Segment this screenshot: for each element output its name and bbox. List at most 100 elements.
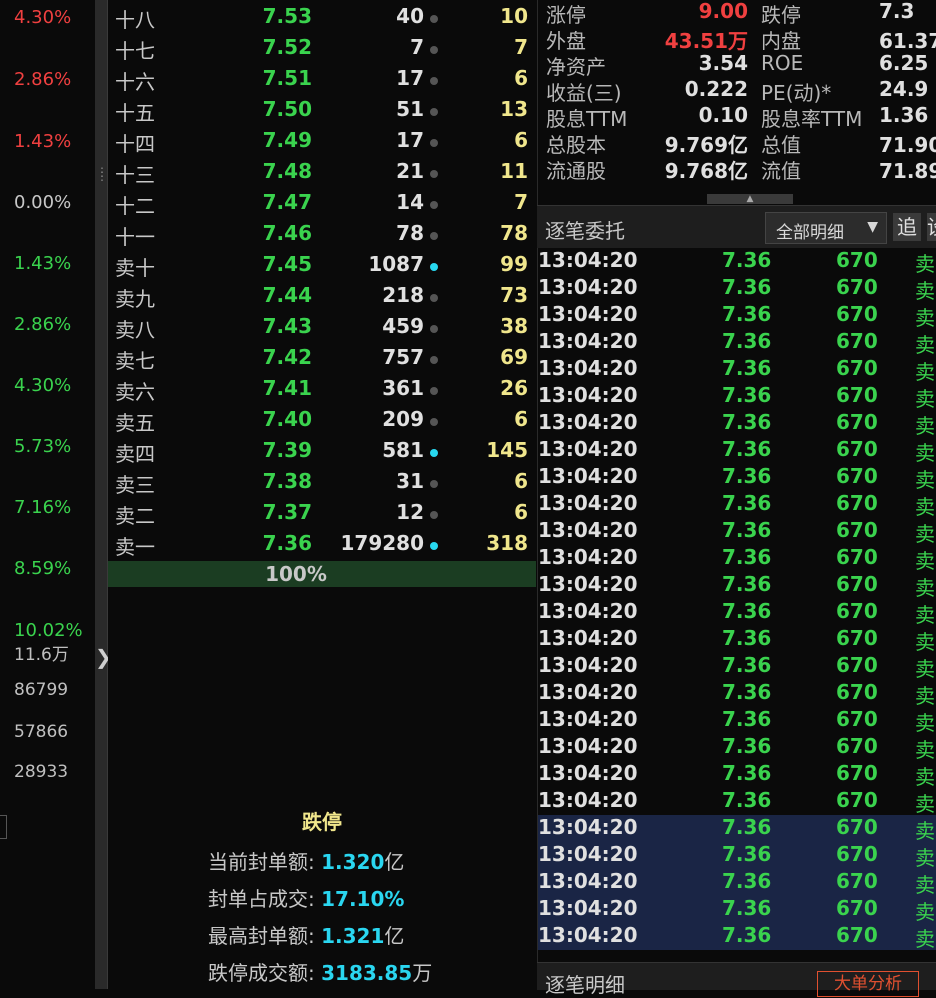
level-count: 6 [514, 407, 528, 431]
level-count: 6 [514, 469, 528, 493]
order-book-row[interactable]: 卖十 7.45 1087 99 [108, 252, 536, 283]
level-price: 7.52 [262, 35, 312, 59]
order-book-row[interactable]: 卖八 7.43 459 38 [108, 314, 536, 345]
entrust-row[interactable]: 13:04:20 7.36 670 卖 [538, 734, 936, 762]
entrust-volume: 670 [836, 248, 878, 272]
order-book-row[interactable]: 卖三 7.38 31 6 [108, 469, 536, 500]
entrust-row[interactable]: 13:04:20 7.36 670 卖 [538, 815, 936, 843]
entrust-row[interactable]: 13:04:20 7.36 670 卖 [538, 761, 936, 789]
entrust-row[interactable]: 13:04:20 7.36 670 卖 [538, 788, 936, 816]
entrust-row[interactable]: 13:04:20 7.36 670 卖 [538, 302, 936, 330]
level-quantity: 14 [396, 190, 424, 214]
order-book-row[interactable]: 十五 7.50 51 13 [108, 97, 536, 128]
level-count: 318 [486, 531, 528, 555]
entrust-row[interactable]: 13:04:20 7.36 670 卖 [538, 437, 936, 465]
order-book-row[interactable]: 卖四 7.39 581 145 [108, 438, 536, 469]
entrust-row[interactable]: 13:04:20 7.36 670 卖 [538, 869, 936, 897]
limit-stat-unit: 万 [412, 961, 433, 985]
entrust-price: 7.36 [722, 248, 772, 272]
level-dot-icon [430, 511, 438, 519]
entrust-time: 13:04:20 [538, 815, 638, 839]
order-book-row[interactable]: 卖一 7.36 179280 318 [108, 531, 536, 562]
order-book-row[interactable]: 卖九 7.44 218 73 [108, 283, 536, 314]
quote-row: 净资产 3.54 ROE 6.25 [546, 51, 936, 79]
limit-stat-value: 3183.85 [321, 961, 413, 985]
entrust-time: 13:04:20 [538, 734, 638, 758]
entrust-volume: 670 [836, 869, 878, 893]
level-price: 7.44 [262, 283, 312, 307]
chase-button[interactable]: 追 [893, 213, 921, 241]
quote-value: 71.90亿 [879, 133, 936, 157]
level-dot-icon [430, 15, 438, 23]
axis-percent-label: 4.30% [14, 375, 72, 396]
order-book-row[interactable]: 十六 7.51 17 6 [108, 66, 536, 97]
entrust-row[interactable]: 13:04:20 7.36 670 卖 [538, 599, 936, 627]
level-quantity: 17 [396, 128, 424, 152]
entrust-row[interactable]: 13:04:20 7.36 670 卖 [538, 545, 936, 573]
level-label: 卖七 [115, 349, 155, 373]
limit-stat-row: 最高封单额: 1.321亿 [208, 920, 404, 949]
panel-splitter[interactable]: ⋮ ⋮ ❯ [95, 0, 112, 989]
entrust-time: 13:04:20 [538, 707, 638, 731]
entrust-side: 卖 [915, 792, 935, 816]
entrust-row[interactable]: 13:04:20 7.36 670 卖 [538, 383, 936, 411]
order-book-row[interactable]: 卖五 7.40 209 6 [108, 407, 536, 438]
settings-button[interactable]: 设 [927, 213, 936, 241]
entrust-filter-select[interactable]: 全部明细 ▼ [765, 212, 887, 244]
entrust-side: 卖 [915, 414, 935, 438]
entrust-row[interactable]: 13:04:20 7.36 670 卖 [538, 923, 936, 951]
entrust-row[interactable]: 13:04:20 7.36 670 卖 [538, 275, 936, 303]
entrust-row[interactable]: 13:04:20 7.36 670 卖 [538, 842, 936, 870]
entrust-price: 7.36 [722, 761, 772, 785]
entrust-volume: 670 [836, 923, 878, 947]
order-book-row[interactable]: 卖七 7.42 757 69 [108, 345, 536, 376]
entrust-price: 7.36 [722, 356, 772, 380]
entrust-volume: 670 [836, 464, 878, 488]
entrust-time: 13:04:20 [538, 761, 638, 785]
level-price: 7.47 [262, 190, 312, 214]
quote-value: 71.89亿 [879, 159, 936, 183]
entrust-side: 卖 [915, 900, 935, 924]
level-price: 7.43 [262, 314, 312, 338]
order-book-row[interactable]: 卖二 7.37 12 6 [108, 500, 536, 531]
entrust-side: 卖 [915, 522, 935, 546]
order-book-row[interactable]: 十八 7.53 40 10 [108, 4, 536, 35]
entrust-row[interactable]: 13:04:20 7.36 670 卖 [538, 464, 936, 492]
axis-marker [0, 815, 7, 839]
order-book-row[interactable]: 十二 7.47 14 7 [108, 190, 536, 221]
entrust-row[interactable]: 13:04:20 7.36 670 卖 [538, 491, 936, 519]
level-quantity: 7 [410, 35, 424, 59]
order-book-row[interactable]: 十三 7.48 21 11 [108, 159, 536, 190]
quote-value: 0.222 [684, 77, 748, 101]
collapse-handle-icon[interactable]: ▲ [707, 194, 793, 204]
axis-percent-label: 2.86% [14, 314, 72, 335]
entrust-row[interactable]: 13:04:20 7.36 670 卖 [538, 572, 936, 600]
entrust-row[interactable]: 13:04:20 7.36 670 卖 [538, 329, 936, 357]
order-book-row[interactable]: 十四 7.49 17 6 [108, 128, 536, 159]
order-book-row[interactable]: 十一 7.46 78 78 [108, 221, 536, 252]
level-count: 73 [500, 283, 528, 307]
level-dot-icon [430, 294, 438, 302]
entrust-header: 逐笔委托 全部明细 ▼ 追 设 [537, 205, 936, 248]
order-book-row[interactable]: 十七 7.52 7 7 [108, 35, 536, 66]
entrust-volume: 670 [836, 302, 878, 326]
entrust-row[interactable]: 13:04:20 7.36 670 卖 [538, 680, 936, 708]
drag-grip-icon[interactable]: ⋮ ⋮ [96, 166, 108, 182]
entrust-row[interactable]: 13:04:20 7.36 670 卖 [538, 896, 936, 924]
entrust-side: 卖 [915, 252, 935, 276]
level-price: 7.48 [262, 159, 312, 183]
entrust-row[interactable]: 13:04:20 7.36 670 卖 [538, 707, 936, 735]
entrust-volume: 670 [836, 761, 878, 785]
entrust-row[interactable]: 13:04:20 7.36 670 卖 [538, 248, 936, 276]
entrust-row[interactable]: 13:04:20 7.36 670 卖 [538, 518, 936, 546]
order-book-row[interactable]: 卖六 7.41 361 26 [108, 376, 536, 407]
level-dot-icon [430, 325, 438, 333]
entrust-row[interactable]: 13:04:20 7.36 670 卖 [538, 653, 936, 681]
big-order-analysis-button[interactable]: 大单分析 [817, 971, 919, 997]
axis-percent-label: 1.43% [14, 131, 72, 152]
entrust-row[interactable]: 13:04:20 7.36 670 卖 [538, 410, 936, 438]
entrust-row[interactable]: 13:04:20 7.36 670 卖 [538, 356, 936, 384]
entrust-price: 7.36 [722, 923, 772, 947]
quote-value: 0.10 [698, 103, 748, 127]
entrust-row[interactable]: 13:04:20 7.36 670 卖 [538, 626, 936, 654]
